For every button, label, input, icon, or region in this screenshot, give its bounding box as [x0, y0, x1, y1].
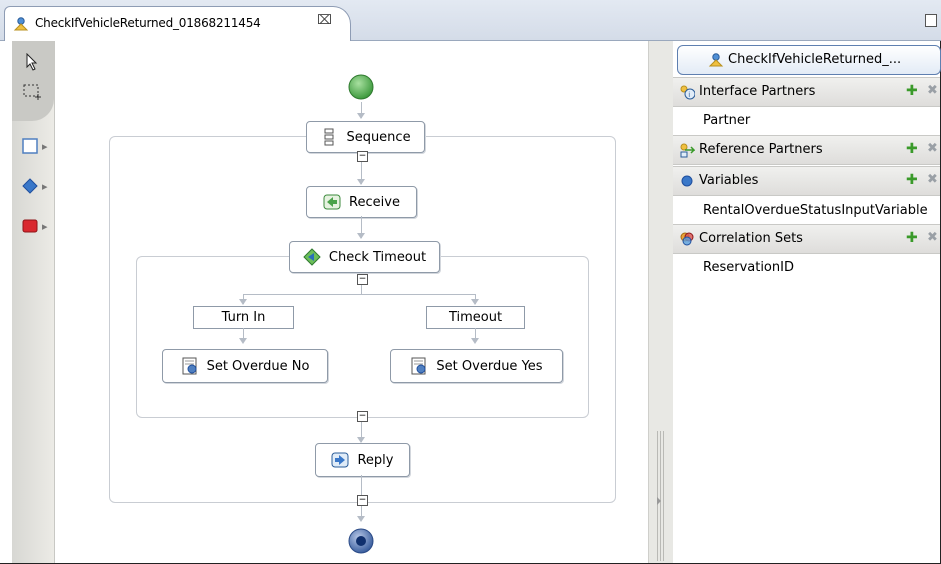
set-overdue-no-label: Set Overdue No [206, 358, 310, 374]
editor-tab[interactable]: CheckIfVehicleReturned_01868211454 ⌧ [4, 6, 351, 41]
add-icon[interactable]: ✚ [906, 172, 918, 188]
tray-item-label: RentalOverdueStatusInputVariable [703, 203, 928, 218]
sequence-label: Sequence [346, 129, 411, 145]
check-timeout-node[interactable]: Check Timeout [289, 241, 440, 273]
category-label: Variables [699, 173, 759, 188]
connector [243, 294, 475, 295]
connector-arrow [357, 179, 365, 185]
process-icon [13, 17, 29, 31]
sash-grip-icon [657, 431, 664, 561]
tray-process-button[interactable]: CheckIfVehicleReturned_... [677, 45, 941, 75]
expand-arrow-icon: ▸ [42, 180, 48, 193]
expand-arrow-icon: ▸ [42, 220, 48, 233]
collapse-toggle-choice-end[interactable]: − [357, 411, 368, 422]
set-overdue-yes-label: Set Overdue Yes [436, 358, 543, 374]
assign-icon [411, 357, 426, 375]
fault-icon [22, 219, 38, 233]
tray-item[interactable]: ReservationID [673, 254, 940, 282]
palette-faults[interactable]: ▸ [22, 218, 56, 236]
editor-window: CheckIfVehicleReturned_01868211454 ⌧ ▸ ▸… [0, 0, 941, 564]
delete-icon[interactable]: ✖ [927, 83, 938, 98]
delete-icon[interactable]: ✖ [927, 230, 938, 245]
connector-arrow [357, 516, 365, 522]
category-label: Interface Partners [699, 84, 816, 99]
case-turn-in[interactable]: Turn In [193, 306, 294, 329]
add-icon[interactable]: ✚ [906, 230, 918, 246]
tray-item-label: ReservationID [703, 260, 794, 275]
receive-node[interactable]: Receive [306, 186, 417, 218]
editor-tab-title: CheckIfVehicleReturned_01868211454 [35, 16, 261, 30]
maximize-icon[interactable] [925, 14, 937, 27]
tray-category-reference-partners[interactable]: Reference Partners ✚ ✖ [673, 135, 940, 165]
category-label: Correlation Sets [699, 231, 803, 246]
start-node-icon[interactable] [346, 72, 376, 102]
tray-sash[interactable] [648, 41, 674, 563]
variable-icon [681, 175, 693, 187]
connector-arrow [239, 338, 247, 344]
expand-arrow-icon: ▸ [42, 140, 48, 153]
reference-partner-icon [680, 143, 695, 158]
sequence-node[interactable]: Sequence [306, 121, 425, 153]
marquee-select-icon[interactable] [22, 83, 44, 101]
delete-icon[interactable]: ✖ [927, 172, 938, 187]
details-tray: CheckIfVehicleReturned_... i Interface P… [673, 41, 941, 563]
tray-title: CheckIfVehicleReturned_... [728, 52, 902, 67]
tray-category-interface-partners[interactable]: i Interface Partners ✚ ✖ [673, 77, 940, 107]
editor-tab-bar: CheckIfVehicleReturned_01868211454 ⌧ [0, 0, 941, 41]
basic-action-icon [22, 138, 38, 154]
set-overdue-yes-node[interactable]: Set Overdue Yes [390, 349, 563, 383]
receive-label: Receive [349, 194, 400, 210]
tray-item[interactable]: Partner [673, 107, 940, 135]
tray-category-variables[interactable]: Variables ✚ ✖ [673, 166, 940, 196]
palette: ▸ ▸ ▸ [12, 41, 55, 563]
tray-item-label: Partner [703, 113, 751, 128]
collapse-toggle-check-timeout[interactable]: − [357, 274, 368, 285]
assign-icon [182, 357, 197, 375]
connector [361, 285, 362, 294]
svg-text:i: i [688, 91, 690, 99]
close-icon[interactable]: ⌧ [317, 13, 332, 28]
choice-icon [303, 248, 321, 266]
reply-node[interactable]: Reply [315, 443, 410, 477]
add-icon[interactable]: ✚ [906, 83, 918, 99]
connector-arrow [357, 113, 365, 119]
delete-icon[interactable]: ✖ [927, 141, 938, 156]
add-icon[interactable]: ✚ [906, 141, 918, 157]
case-timeout[interactable]: Timeout [426, 306, 525, 329]
collapse-toggle-sequence[interactable]: − [357, 151, 368, 162]
reply-label: Reply [357, 452, 394, 468]
end-node-icon[interactable] [347, 527, 375, 555]
connector-arrow [471, 338, 479, 344]
tray-category-correlation-sets[interactable]: Correlation Sets ✚ ✖ [673, 224, 940, 254]
connector-arrow [357, 233, 365, 239]
connector-arrow [239, 299, 247, 305]
tray-item[interactable]: RentalOverdueStatusInputVariable [673, 197, 940, 225]
connector-arrow [471, 299, 479, 305]
category-label: Reference Partners [699, 142, 823, 157]
process-canvas[interactable]: Sequence − Receive Check Timeout − Turn … [55, 41, 648, 563]
structure-diamond-icon [22, 178, 38, 194]
process-icon [708, 53, 724, 67]
interface-partner-icon: i [680, 85, 695, 100]
check-timeout-label: Check Timeout [328, 249, 427, 265]
palette-tools [12, 41, 54, 121]
collapse-toggle-sequence-end[interactable]: − [357, 495, 368, 506]
palette-basic-actions[interactable]: ▸ [22, 138, 56, 156]
palette-structures[interactable]: ▸ [22, 178, 56, 196]
set-overdue-no-node[interactable]: Set Overdue No [162, 349, 328, 383]
correlation-set-icon [680, 232, 694, 246]
select-arrow-icon[interactable] [24, 53, 40, 71]
connector [361, 475, 362, 495]
receive-icon [323, 194, 341, 210]
sequence-icon [324, 128, 334, 146]
reply-icon [331, 452, 349, 468]
